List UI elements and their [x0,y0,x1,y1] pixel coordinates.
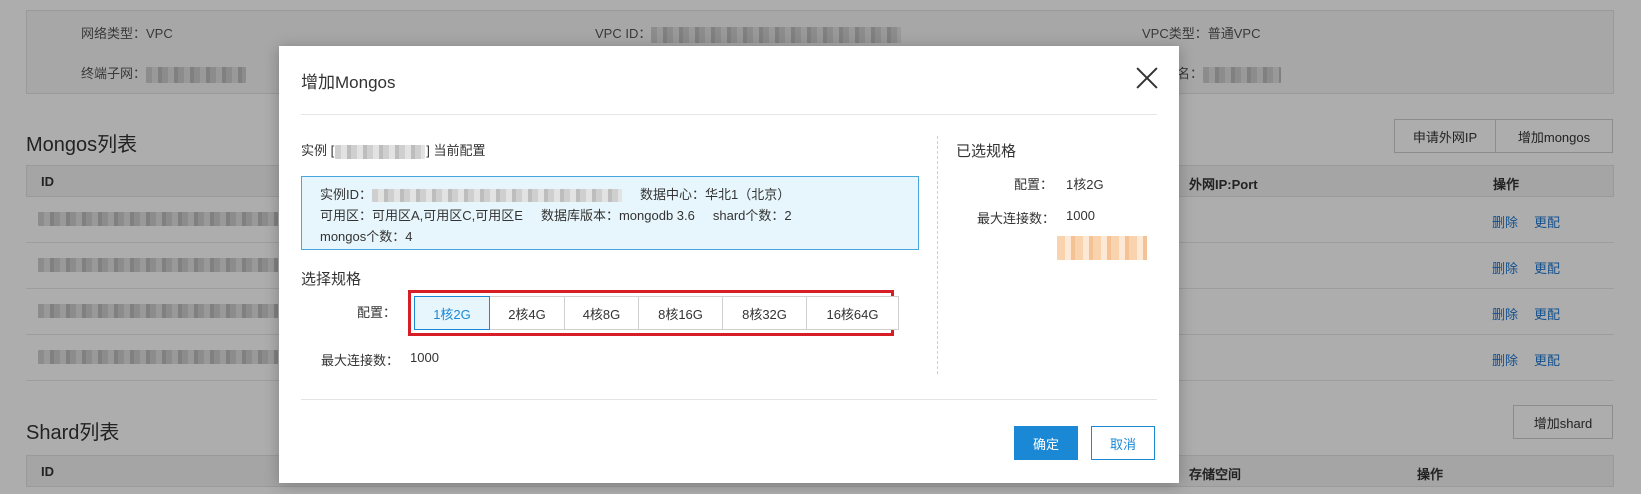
instance-id-label: 实例ID： [320,187,373,202]
selected-config-value: 1核2G [1066,177,1104,192]
cancel-button[interactable]: 取消 [1091,426,1155,460]
close-icon[interactable] [1135,66,1159,90]
spec-option-1c2g[interactable]: 1核2G [414,296,490,330]
spec-section-title: 选择规格 [301,271,362,288]
instance-config-heading: 实例 [ ] 当前配置 [301,140,485,159]
shard-count: shard个数：2 [712,208,792,223]
spec-option-16c64g[interactable]: 16核64G [807,296,899,330]
instance-prefix: 实例 [ [301,143,335,158]
instance-suffix: ] 当前配置 [426,143,486,158]
add-mongos-dialog: 增加Mongos 实例 [ ] 当前配置 实例ID： 数据中心：华北1（北京） 可用… [279,46,1179,483]
mongos-count: mongos个数：4 [320,229,413,244]
info-row: 实例ID： 数据中心：华北1（北京） [320,184,900,205]
instance-info-box: 实例ID： 数据中心：华北1（北京） 可用区：可用区A,可用区C,可用区E 数据库版… [301,176,919,250]
db-version: 数据库版本：mongodb 3.6 [540,208,695,223]
selected-max-connections-label: 最大连接数： [977,211,1056,226]
datacenter: 数据中心：华北1（北京） [640,187,791,202]
spec-option-2c4g[interactable]: 2核4G [490,296,565,330]
zones: 可用区：可用区A,可用区C,可用区E [320,208,523,223]
max-connections-label: 最大连接数： [321,353,400,368]
redacted-instance-name [335,144,426,159]
max-connections-value: 1000 [410,350,439,365]
divider [301,114,1157,115]
info-row: mongos个数：4 [320,226,900,247]
info-row: 可用区：可用区A,可用区C,可用区E 数据库版本：mongodb 3.6 shard… [320,205,900,226]
selected-spec-title: 已选规格 [956,143,1017,160]
spec-option-8c32g[interactable]: 8核32G [723,296,807,330]
config-label: 配置： [357,305,397,320]
selected-config-label: 配置： [1014,177,1054,192]
spec-options-group: 1核2G 2核4G 4核8G 8核16G 8核32G 16核64G [414,296,899,330]
spec-option-4c8g[interactable]: 4核8G [565,296,639,330]
divider [301,399,1157,400]
dialog-title: 增加Mongos [301,73,396,92]
selected-max-connections-value: 1000 [1066,208,1095,223]
redacted-instance-id [372,189,623,203]
redacted-price [1057,236,1147,260]
spec-option-8c16g[interactable]: 8核16G [639,296,723,330]
confirm-button[interactable]: 确定 [1014,426,1078,460]
vertical-divider [937,136,938,374]
